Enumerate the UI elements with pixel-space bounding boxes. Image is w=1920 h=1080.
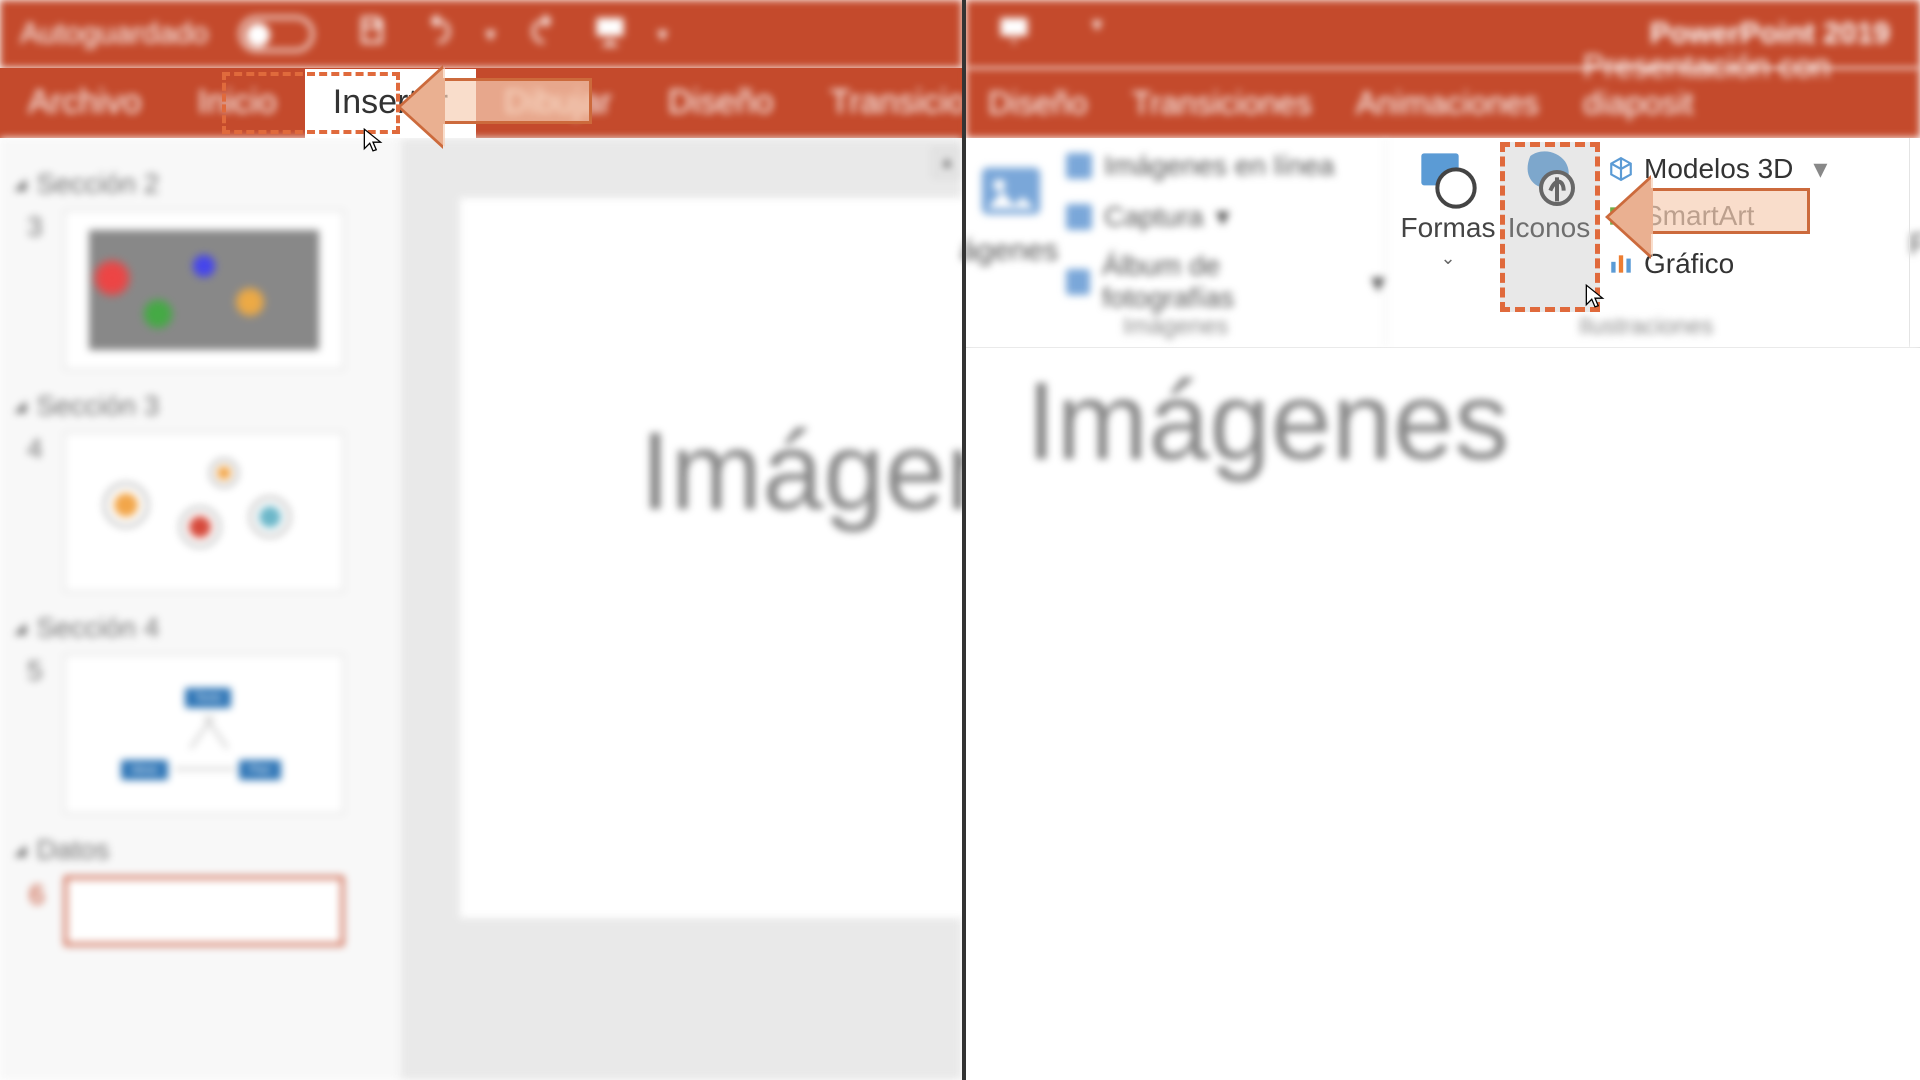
slideshow-icon[interactable]	[592, 12, 628, 57]
capture-label: Captura	[1104, 201, 1204, 233]
slide-number-5: 5	[27, 655, 43, 687]
section-datos-header[interactable]: Datos	[14, 834, 386, 866]
save-icon[interactable]	[354, 12, 390, 57]
qat-more-icon-right[interactable]: ▾	[1092, 12, 1102, 57]
callout-arrow-insertar	[442, 78, 592, 124]
shapes-label: Formas	[1398, 212, 1498, 244]
shapes-button[interactable]: Formas ⌄	[1398, 148, 1498, 269]
slide-number-3: 3	[27, 211, 43, 243]
title-bar-left: Autoguardado ▾ ▾	[0, 0, 962, 68]
section-2-header[interactable]: Sección 2	[14, 168, 386, 200]
slide-number-6: 6	[29, 879, 45, 911]
tab-diseno-right[interactable]: Diseño	[966, 71, 1110, 138]
undo-dropdown-icon[interactable]: ▾	[486, 22, 496, 47]
capture-icon	[1066, 204, 1092, 230]
split-divider	[962, 0, 966, 1080]
album-icon	[1066, 269, 1090, 295]
slide-thumb-3[interactable]: 3	[64, 210, 344, 370]
slideshow-icon-right[interactable]	[996, 12, 1032, 57]
tab-inicio[interactable]: Inicio	[169, 69, 304, 138]
undo-icon[interactable]	[420, 12, 456, 57]
section-4-header[interactable]: Sección 4	[14, 612, 386, 644]
chevron-down-icon: ⌄	[1398, 248, 1498, 269]
scroll-up-button[interactable]: ▲	[932, 148, 962, 178]
section-3-header[interactable]: Sección 3	[14, 390, 386, 422]
cursor-icon-right	[1582, 278, 1608, 314]
images-online-button[interactable]: Imágenes en línea	[1066, 150, 1334, 182]
flow-box-top: Texto	[185, 688, 231, 708]
icons-label: Iconos	[1502, 212, 1596, 244]
section-4-label: Sección 4	[36, 612, 159, 644]
tab-archivo[interactable]: Archivo	[0, 69, 169, 138]
section-2-label: Sección 2	[36, 168, 159, 200]
slide-thumb-5[interactable]: 5 Texto Ideas Plan	[64, 654, 344, 814]
section-datos-label: Datos	[36, 834, 109, 866]
slide-title-right: Imágenes	[1026, 358, 1509, 485]
autosave-label: Autoguardado	[20, 17, 209, 51]
images-group-caption: Imágenes	[966, 313, 1385, 341]
flow-box-right: Plan	[239, 760, 281, 780]
images-online-label: Imágenes en línea	[1104, 150, 1334, 182]
thumb-5-content: Texto Ideas Plan	[89, 674, 319, 794]
right-screenshot: ▾ PowerPoint 2019 Diseño Transiciones An…	[966, 0, 1920, 1080]
album-label: Álbum de fotografías	[1102, 250, 1339, 314]
tab-animaciones-right[interactable]: Animaciones	[1334, 71, 1561, 138]
icons-button[interactable]: Iconos	[1502, 148, 1596, 244]
tab-presentacion-right[interactable]: Presentación con diaposit	[1561, 34, 1920, 138]
callout-arrow-iconos	[1650, 188, 1810, 234]
section-3-label: Sección 3	[36, 390, 159, 422]
editor-right: Imágenes	[966, 348, 1920, 1080]
slide-thumb-6[interactable]: 6	[64, 876, 344, 946]
slide-thumb-4[interactable]: 4	[64, 432, 344, 592]
chevron-down-icon: ▾	[1813, 152, 1827, 185]
album-button[interactable]: Álbum de fotografías ▾	[1066, 250, 1385, 314]
tab-diseno[interactable]: Diseño	[640, 69, 802, 138]
autosave-toggle[interactable]	[239, 16, 314, 52]
models3d-label: Modelos 3D	[1644, 153, 1793, 185]
globe-icon	[1066, 153, 1092, 179]
cursor-icon	[360, 122, 386, 158]
redo-icon[interactable]	[526, 12, 562, 57]
group-separator	[1909, 138, 1910, 347]
images-icon[interactable]	[976, 156, 1046, 226]
images-big-label: ágenes	[960, 234, 1058, 268]
scroll-up-glyph: ▲	[939, 154, 955, 172]
chevron-down-icon: ▾	[1216, 200, 1230, 233]
tab-transiciones-right[interactable]: Transiciones	[1110, 71, 1334, 138]
qat-more-icon[interactable]: ▾	[658, 22, 668, 47]
slide-panel[interactable]: Sección 2 3 Sección 3 4 Sección 4 5 Text…	[0, 138, 400, 1080]
left-screenshot: Autoguardado ▾ ▾ Archivo Inicio Insertar…	[0, 0, 962, 1080]
thumb-3-content	[89, 230, 319, 350]
ribbon-tabs-right: Diseño Transiciones Animaciones Presenta…	[966, 68, 1920, 138]
slide-number-4: 4	[27, 433, 43, 465]
editor-left: ▲ Imágene	[400, 138, 962, 1080]
flow-box-left: Ideas	[121, 760, 168, 780]
ribbon-group-images: ágenes Imágenes en línea Captura ▾ Álbum…	[966, 138, 1386, 347]
thumb-4-content	[89, 452, 319, 572]
chevron-down-icon: ▾	[1371, 266, 1385, 299]
chart-label: Gráfico	[1644, 248, 1734, 280]
illustrations-group-caption: Ilustraciones	[1386, 313, 1906, 341]
ribbon-right: ágenes Imágenes en línea Captura ▾ Álbum…	[966, 138, 1920, 348]
slide-canvas-left[interactable]: Imágene	[460, 198, 962, 918]
truncated-next-group: Fo	[1909, 228, 1920, 262]
capture-button[interactable]: Captura ▾	[1066, 200, 1230, 233]
